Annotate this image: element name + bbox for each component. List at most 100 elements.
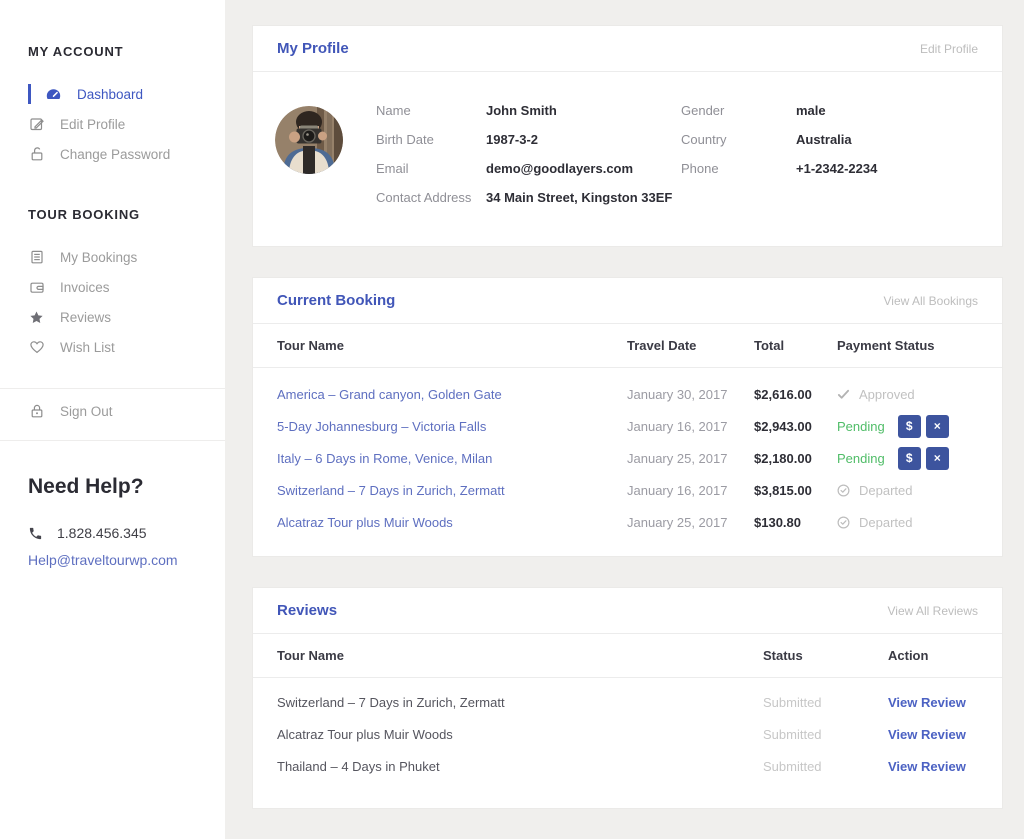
sidebar-item-label: Change Password [60,147,170,162]
need-help-block: Need Help? 1.828.456.345 Help@traveltour… [0,475,225,568]
field-value: demo@goodlayers.com [486,161,633,176]
pay-button[interactable]: $ [898,447,921,470]
sidebar-item-my-bookings[interactable]: My Bookings [0,242,225,272]
travel-date: January 16, 2017 [627,483,754,498]
unlock-icon [28,146,45,163]
travel-date: January 25, 2017 [627,515,754,530]
circle-check-icon [837,516,850,529]
wallet-icon [28,279,45,296]
review-status: Submitted [763,759,888,774]
circle-check-icon [837,484,850,497]
column-status: Status [763,648,888,663]
cancel-booking-button[interactable]: × [926,415,949,438]
review-status: Submitted [763,695,888,710]
table-row: America – Grand canyon, Golden Gate Janu… [277,378,978,410]
profile-fields-right: Gender male Country Australia Phone +1-2… [681,96,978,212]
sidebar-item-change-password[interactable]: Change Password [0,139,225,169]
sidebar-heading-my-account: MY ACCOUNT [0,44,225,59]
view-review-link[interactable]: View Review [888,695,966,710]
sidebar-item-label: Invoices [60,280,110,295]
table-row: Alcatraz Tour plus Muir Woods Submitted … [277,718,978,750]
field-label: Email [376,161,486,176]
tour-link[interactable]: America – Grand canyon, Golden Gate [277,387,502,402]
view-all-bookings-link[interactable]: View All Bookings [884,294,979,308]
check-icon [837,388,850,401]
status-departed: Departed [837,515,912,530]
view-all-reviews-link[interactable]: View All Reviews [888,604,978,618]
current-booking-card: Current Booking View All Bookings Tour N… [252,277,1003,557]
reviews-table-header: Tour Name Status Action [253,634,1002,678]
status-pending: Pending [837,419,885,434]
table-row: Thailand – 4 Days in Phuket Submitted Vi… [277,750,978,782]
sidebar-item-label: Sign Out [60,404,113,419]
padlock-icon [28,403,45,420]
travel-date: January 25, 2017 [627,451,754,466]
sidebar-item-edit-profile[interactable]: Edit Profile [0,109,225,139]
column-payment-status: Payment Status [837,338,978,353]
field-label: Gender [681,103,796,118]
sidebar-item-label: Edit Profile [60,117,125,132]
profile-field-email: Email demo@goodlayers.com [376,154,681,183]
sidebar-item-dashboard[interactable]: Dashboard [0,79,225,109]
tour-link[interactable]: Italy – 6 Days in Rome, Venice, Milan [277,451,492,466]
booking-card-title: Current Booking [277,292,395,309]
heart-icon [28,339,45,356]
field-value: John Smith [486,103,557,118]
view-review-link[interactable]: View Review [888,727,966,742]
booking-total: $3,815.00 [754,483,837,498]
field-label: Contact Address [376,190,486,205]
tour-link[interactable]: 5-Day Johannesburg – Victoria Falls [277,419,486,434]
booking-table-body: America – Grand canyon, Golden Gate Janu… [253,368,1002,556]
booking-total: $2,180.00 [754,451,837,466]
sidebar-item-invoices[interactable]: Invoices [0,272,225,302]
profile-fields-left: Name John Smith Birth Date 1987-3-2 Emai… [376,96,681,212]
travel-date: January 30, 2017 [627,387,754,402]
review-status: Submitted [763,727,888,742]
help-email-link[interactable]: Help@traveltourwp.com [28,552,225,568]
booking-total: $2,943.00 [754,419,837,434]
field-label: Birth Date [376,132,486,147]
phone-icon [28,526,43,541]
table-row: Alcatraz Tour plus Muir Woods January 25… [277,506,978,538]
help-phone-row: 1.828.456.345 [28,525,225,541]
profile-field-name: Name John Smith [376,96,681,125]
column-tour-name: Tour Name [277,648,763,663]
field-label: Country [681,132,796,147]
sidebar-divider [0,440,225,441]
profile-card: My Profile Edit Profile [252,25,1003,247]
star-icon [28,309,45,326]
table-row: 5-Day Johannesburg – Victoria Falls Janu… [277,410,978,442]
sidebar-item-sign-out[interactable]: Sign Out [0,396,225,426]
tour-link[interactable]: Switzerland – 7 Days in Zurich, Zermatt [277,483,505,498]
field-value: Australia [796,132,852,147]
profile-field-phone: Phone +1-2342-2234 [681,154,978,183]
sidebar-item-wish-list[interactable]: Wish List [0,332,225,362]
travel-date: January 16, 2017 [627,419,754,434]
table-row: Italy – 6 Days in Rome, Venice, Milan Ja… [277,442,978,474]
sidebar-item-reviews[interactable]: Reviews [0,302,225,332]
reviews-card: Reviews View All Reviews Tour Name Statu… [252,587,1003,809]
edit-icon [28,116,45,133]
need-help-title: Need Help? [28,475,225,499]
table-row: Switzerland – 7 Days in Zurich, Zermatt … [277,686,978,718]
column-total: Total [754,338,837,353]
sidebar-heading-tour-booking: TOUR BOOKING [0,207,225,222]
field-value: +1-2342-2234 [796,161,877,176]
column-travel-date: Travel Date [627,338,754,353]
main-content: My Profile Edit Profile [252,0,1003,809]
dashboard-icon [45,86,62,103]
field-value: 1987-3-2 [486,132,538,147]
tour-booking-section: TOUR BOOKING My Bookings Invoices Review… [0,207,225,362]
pay-button[interactable]: $ [898,415,921,438]
sidebar-item-label: Wish List [60,340,115,355]
booking-total: $2,616.00 [754,387,837,402]
sidebar-item-label: Reviews [60,310,111,325]
column-action: Action [888,648,978,663]
profile-field-gender: Gender male [681,96,978,125]
view-review-link[interactable]: View Review [888,759,966,774]
tour-link[interactable]: Alcatraz Tour plus Muir Woods [277,515,453,530]
cancel-booking-button[interactable]: × [926,447,949,470]
edit-profile-link[interactable]: Edit Profile [920,42,978,56]
reviews-table-body: Switzerland – 7 Days in Zurich, Zermatt … [253,678,1002,808]
sidebar-item-label: Dashboard [77,87,143,102]
